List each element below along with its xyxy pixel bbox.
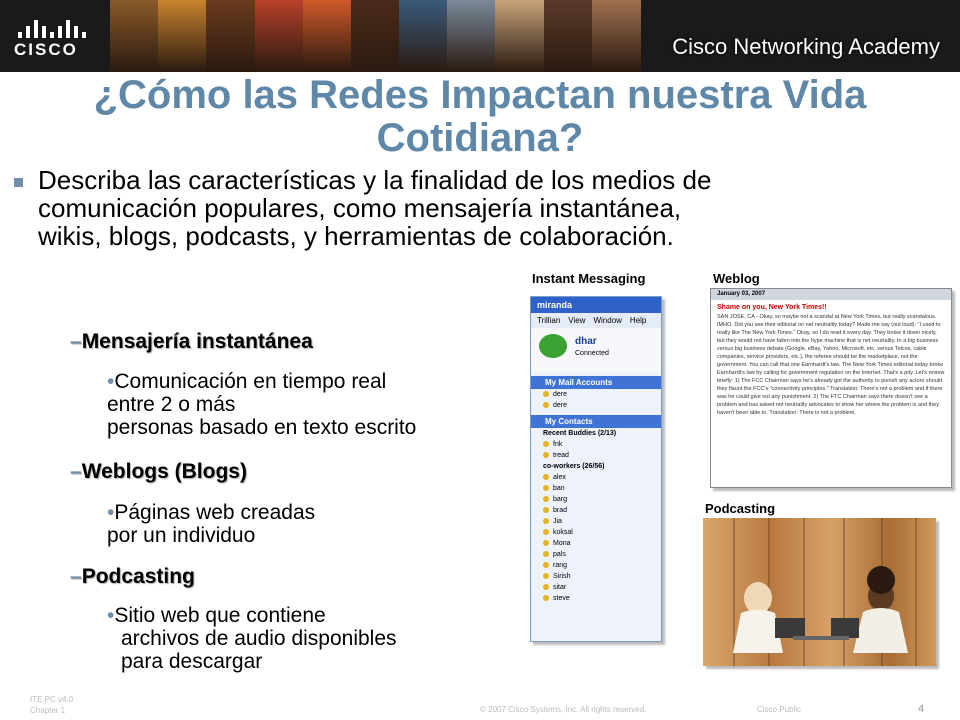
blog-description: •Páginas web creadas por un individuo xyxy=(107,501,316,547)
banner-photo-tile xyxy=(591,0,641,72)
banner-photo-tile xyxy=(110,0,160,72)
im-username: dhar xyxy=(575,336,597,347)
banner-photo-tile xyxy=(543,0,593,72)
footer-public: Cisco Public xyxy=(757,705,802,714)
banner-photo-tile xyxy=(447,0,497,72)
heading-weblogs: –Weblogs (Blogs) xyxy=(70,460,247,483)
blog-body: SAN JOSE, CA - Okay, so maybe not a scan… xyxy=(717,314,945,416)
banner-photo-tile xyxy=(158,0,208,72)
caption-weblog: Weblog xyxy=(713,271,760,286)
slide-title: ¿Cómo las Redes Impactan nuestra Vida Co… xyxy=(93,73,867,160)
im-menu-item: Help xyxy=(629,316,647,325)
heading-podcasting: –Podcasting xyxy=(70,565,195,588)
list-item: alex xyxy=(531,472,661,483)
list-item: Sirish xyxy=(531,571,661,582)
list-item: brad xyxy=(531,505,661,516)
im-menu-item: View xyxy=(568,316,586,325)
list-item: sitar xyxy=(531,582,661,593)
im-status: Connected xyxy=(575,350,609,357)
list-item: ban xyxy=(531,483,661,494)
list-item: tread xyxy=(531,450,661,461)
im-window-image: miranda Trillian View Window Help dhar C… xyxy=(530,296,662,642)
banner-photo-tile xyxy=(302,0,352,72)
banner-photo-tile xyxy=(399,0,449,72)
caption-im: Instant Messaging xyxy=(532,271,646,286)
im-menu-item: Window xyxy=(593,316,622,325)
weblog-image: January 03, 2007 Shame on you, New York … xyxy=(710,288,952,488)
header-banner: CISCO Cisco Networking Academy xyxy=(0,0,960,72)
banner-photo-tile xyxy=(495,0,545,72)
im-window-title: miranda xyxy=(531,297,661,313)
im-group: co-workers (26/56) xyxy=(543,463,605,470)
list-item: barg xyxy=(531,494,661,505)
blog-date: January 03, 2007 xyxy=(711,289,951,300)
banner-photo-tile xyxy=(350,0,401,72)
caption-podcasting: Podcasting xyxy=(705,501,776,516)
im-user-panel: dhar Connected xyxy=(531,328,661,372)
page-number: 4 xyxy=(918,703,925,715)
list-item: dere xyxy=(531,400,661,411)
list-item: Mona xyxy=(531,538,661,549)
podcast-description: •Sitio web que contiene archivos de audi… xyxy=(107,604,397,673)
list-item: Jia xyxy=(531,516,661,527)
list-item: fnk xyxy=(531,439,661,450)
academy-title: Cisco Networking Academy xyxy=(672,34,940,59)
footer-course: ITE PC v4.0 Chapter 1 xyxy=(30,695,74,715)
list-item: steve xyxy=(531,593,661,604)
square-bullet-icon xyxy=(14,178,23,187)
im-contacts-section: My Contacts xyxy=(531,415,661,428)
footer-copyright: © 2007 Cisco Systems, Inc. All rights re… xyxy=(480,705,647,714)
children-with-laptops-illustration xyxy=(733,566,908,653)
logo-text: CISCO xyxy=(14,40,78,59)
cisco-logo: CISCO xyxy=(14,14,94,60)
podcasting-photo xyxy=(703,518,936,666)
blog-headline: Shame on you, New York Times!! xyxy=(717,304,827,311)
main-bullet-text: Describa las características y la finali… xyxy=(38,165,712,251)
banner-photo-tile xyxy=(254,0,304,72)
list-item: koksal xyxy=(531,527,661,538)
frog-avatar-icon xyxy=(539,334,567,358)
im-menu-bar: Trillian View Window Help xyxy=(531,313,661,328)
im-group: Recent Buddies (2/13) xyxy=(543,430,617,437)
im-menu-item: Trillian xyxy=(537,316,561,325)
heading-instant-messaging: –Mensajería instantánea xyxy=(70,330,313,353)
im-description: •Comunicación en tiempo real entre 2 o m… xyxy=(107,370,417,439)
list-item: dere xyxy=(531,389,661,400)
banner-photo-tile xyxy=(206,0,256,72)
list-item: pals xyxy=(531,549,661,560)
list-item: rang xyxy=(531,560,661,571)
im-mail-section: My Mail Accounts xyxy=(531,376,661,389)
